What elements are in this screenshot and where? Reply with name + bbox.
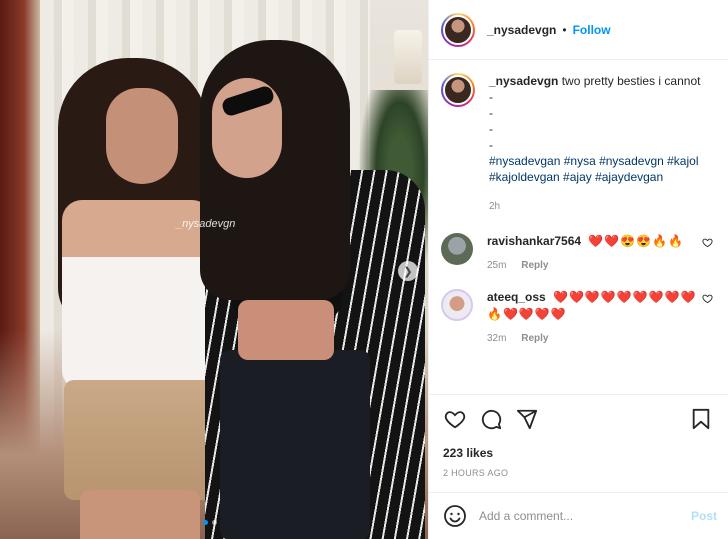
heart-icon <box>444 411 466 429</box>
caption-dash: - <box>489 106 493 120</box>
avatar[interactable] <box>441 12 475 47</box>
like-button[interactable] <box>443 407 467 431</box>
carousel-dot <box>212 520 217 525</box>
comments-list[interactable]: _nysadevgn two pretty besties i cannot -… <box>429 61 728 394</box>
caption-text: two pretty besties i cannot <box>561 74 701 88</box>
emoji-button[interactable] <box>443 504 467 528</box>
add-comment-bar: Post <box>429 492 728 539</box>
post-caption: _nysadevgn two pretty besties i cannot -… <box>441 73 713 215</box>
follow-button[interactable]: Follow <box>573 23 611 37</box>
comment-item: ravishankar7564 ❤️❤️😍😍🔥🔥 25m Reply <box>441 233 713 271</box>
save-icon <box>692 408 710 430</box>
post-image[interactable]: _nysadevgn ❯ <box>0 0 428 539</box>
person-left-skirt <box>64 380 224 500</box>
lamp <box>394 30 422 84</box>
caption-hashtags[interactable]: #nysadevgan #nysa #nysadevgn #kajol <box>489 153 700 169</box>
post-comment-button[interactable]: Post <box>691 509 717 523</box>
image-watermark: _nysadevgn <box>176 218 236 230</box>
comment-username[interactable]: ravishankar7564 <box>487 234 581 248</box>
person-left-face <box>106 88 178 184</box>
comment-text: ❤️❤️😍😍🔥🔥 <box>588 234 685 248</box>
person-right-midriff <box>238 300 334 360</box>
post-timestamp[interactable]: 2 HOURS AGO <box>443 468 713 478</box>
comment-username[interactable]: ateeq_oss <box>487 290 546 304</box>
comment-item: ateeq_oss ❤️❤️❤️❤️❤️❤️❤️❤️❤️🔥❤️❤️❤️❤️ 32… <box>441 289 713 344</box>
heart-icon <box>702 238 713 248</box>
post-actions: 223 likes 2 HOURS AGO <box>429 394 728 492</box>
comment-like-button[interactable] <box>702 237 713 251</box>
share-button[interactable] <box>515 407 539 431</box>
next-image-button[interactable]: ❯ <box>398 261 418 281</box>
caption-dash: - <box>489 90 493 104</box>
comment-like-button[interactable] <box>702 293 713 307</box>
comment-button[interactable] <box>479 407 503 431</box>
caption-username[interactable]: _nysadevgn <box>489 74 558 88</box>
save-button[interactable] <box>689 407 713 431</box>
header-username[interactable]: _nysadevgn <box>487 23 556 37</box>
comment-age[interactable]: 32m <box>487 333 506 344</box>
caption-age[interactable]: 2h <box>489 199 700 215</box>
person-left-legs <box>80 490 200 539</box>
comment-icon <box>481 409 502 430</box>
likes-count[interactable]: 223 likes <box>443 446 713 460</box>
reply-button[interactable]: Reply <box>521 333 548 344</box>
chevron-right-icon: ❯ <box>403 265 413 278</box>
avatar[interactable] <box>441 289 473 321</box>
comment-age[interactable]: 25m <box>487 260 506 271</box>
post-header: _nysadevgn • Follow <box>429 0 728 60</box>
caption-dash: - <box>489 122 493 136</box>
share-icon <box>516 409 538 430</box>
heart-icon <box>702 294 713 304</box>
caption-hashtags[interactable]: #kajoldevgan #ajay #ajaydevgan <box>489 169 700 185</box>
emoji-icon <box>444 505 466 527</box>
post-side-panel: _nysadevgn • Follow _nysadevgn two prett… <box>428 0 728 539</box>
separator-dot: • <box>562 22 567 37</box>
carousel-indicator <box>203 520 217 525</box>
comment-input[interactable] <box>479 509 691 523</box>
reply-button[interactable]: Reply <box>521 260 548 271</box>
carousel-dot-active <box>203 520 208 525</box>
person-right-pants <box>220 350 370 539</box>
person-right-hair <box>200 40 350 300</box>
caption-dash: - <box>489 138 493 152</box>
caption-avatar[interactable] <box>441 73 475 107</box>
avatar[interactable] <box>441 233 473 265</box>
